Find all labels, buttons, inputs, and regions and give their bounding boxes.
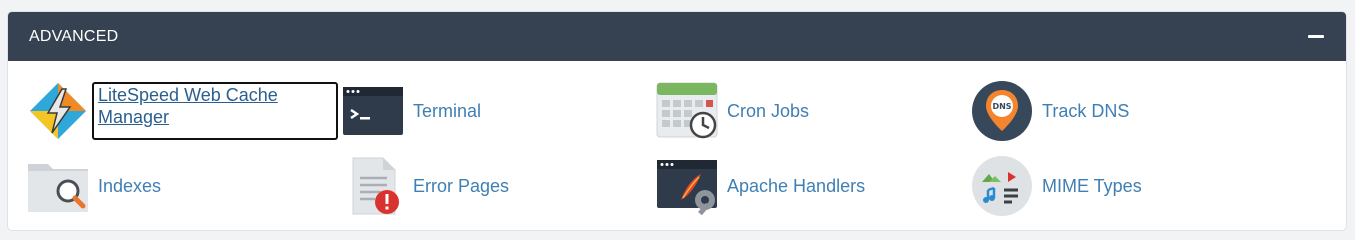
item-indexes[interactable]: Indexes	[26, 154, 161, 218]
item-label: Apache Handlers	[727, 176, 866, 196]
item-error-pages[interactable]: Error Pages	[341, 154, 509, 218]
item-label: Cron Jobs	[727, 101, 810, 121]
item-terminal[interactable]: Terminal	[341, 79, 481, 143]
svg-text:DNS: DNS	[992, 102, 1011, 111]
item-track-dns[interactable]: DNS Track DNS	[970, 79, 1129, 143]
item-label: Track DNS	[1042, 101, 1130, 121]
item-mime-types[interactable]: MIME Types	[970, 154, 1142, 218]
item-cron-jobs[interactable]: Cron Jobs	[655, 79, 809, 143]
advanced-panel: ADVANCED LiteSpeed Web Cache Manager Ter…	[7, 11, 1347, 231]
item-apache-handlers[interactable]: Apache Handlers	[655, 154, 865, 218]
item-label: Error Pages	[413, 176, 510, 196]
item-label: LiteSpeed Web Cache Manager	[92, 82, 338, 140]
litespeed-icon	[30, 83, 86, 139]
item-label: Terminal	[413, 101, 482, 121]
minus-icon	[1308, 35, 1324, 38]
item-label: MIME Types	[1042, 176, 1142, 196]
item-label: Indexes	[98, 176, 162, 196]
window-feather-wrench-icon	[657, 160, 717, 216]
document-error-icon	[352, 157, 399, 215]
collapse-button[interactable]	[1307, 28, 1325, 46]
panel-header[interactable]: ADVANCED	[8, 12, 1346, 61]
calendar-clock-icon	[656, 82, 718, 139]
terminal-icon	[343, 87, 403, 135]
section-title: ADVANCED	[29, 27, 119, 45]
item-litespeed-web-cache-manager[interactable]: LiteSpeed Web Cache Manager	[26, 79, 338, 143]
folder-search-icon	[28, 164, 88, 212]
media-types-icon	[972, 156, 1032, 216]
dns-pin-icon: DNS	[972, 81, 1032, 141]
